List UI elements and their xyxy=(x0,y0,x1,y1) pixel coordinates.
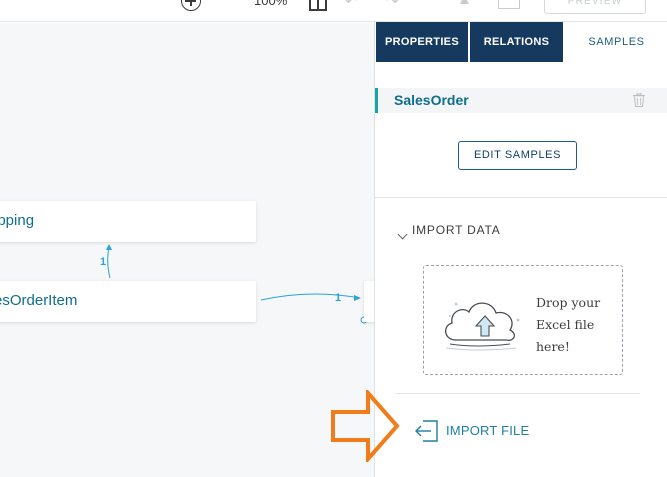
chevron-down-icon[interactable] xyxy=(397,229,408,240)
orange-arrow-annotation xyxy=(331,390,400,462)
entity-name: ipping xyxy=(0,212,35,229)
selected-entity-row[interactable]: SalesOrder xyxy=(375,88,667,113)
divider xyxy=(395,393,640,394)
panel-tabs: PROPERTIES RELATIONS SAMPLES xyxy=(375,22,667,62)
flask-icon[interactable]: ▲ xyxy=(457,0,472,8)
import-file-icon xyxy=(415,420,438,442)
zoom-in-icon[interactable] xyxy=(181,0,201,11)
drop-zone-text: Drop your Excel file here! xyxy=(536,295,601,354)
edit-samples-button[interactable]: EDIT SAMPLES xyxy=(458,141,577,170)
cloud-upload-icon xyxy=(445,302,520,351)
divider xyxy=(375,197,667,198)
relation-cardinality: 1 xyxy=(335,292,341,304)
side-panel: PROPERTIES RELATIONS SAMPLES SalesOrder … xyxy=(374,22,667,477)
file-drop-zone[interactable]: Drop your Excel file here! xyxy=(423,265,623,375)
entity-card-partial[interactable] xyxy=(364,281,374,322)
preview-button[interactable]: PREVIEW xyxy=(544,0,646,14)
entity-card-salesorderitem[interactable]: esOrderItem xyxy=(0,281,256,322)
import-file-label: IMPORT FILE xyxy=(446,423,530,438)
selected-entity-name: SalesOrder xyxy=(394,92,469,108)
layout-icon[interactable] xyxy=(309,0,327,11)
tab-samples[interactable]: SAMPLES xyxy=(565,22,667,62)
import-section-title[interactable]: IMPORT DATA xyxy=(412,223,501,237)
relation-lines: 1 1 xyxy=(100,244,368,324)
entity-name: esOrderItem xyxy=(0,292,78,309)
entity-card-shipping[interactable]: ipping xyxy=(0,201,256,242)
top-toolbar: 100% ↶ ↷ ▲ PREVIEW xyxy=(0,0,667,22)
redo-icon[interactable]: ↷ xyxy=(386,0,399,10)
relation-cardinality: 1 xyxy=(100,256,106,268)
undo-icon[interactable]: ↶ xyxy=(345,0,358,10)
selection-accent xyxy=(375,88,378,113)
tab-properties[interactable]: PROPERTIES xyxy=(376,22,468,62)
table-icon[interactable] xyxy=(498,0,520,9)
zoom-level: 100% xyxy=(254,0,288,8)
trash-icon[interactable] xyxy=(633,93,645,107)
import-file-button[interactable]: IMPORT FILE xyxy=(415,420,555,446)
tab-relations[interactable]: RELATIONS xyxy=(470,22,563,62)
model-canvas[interactable]: 1 1 ipping esOrderItem xyxy=(0,23,374,477)
